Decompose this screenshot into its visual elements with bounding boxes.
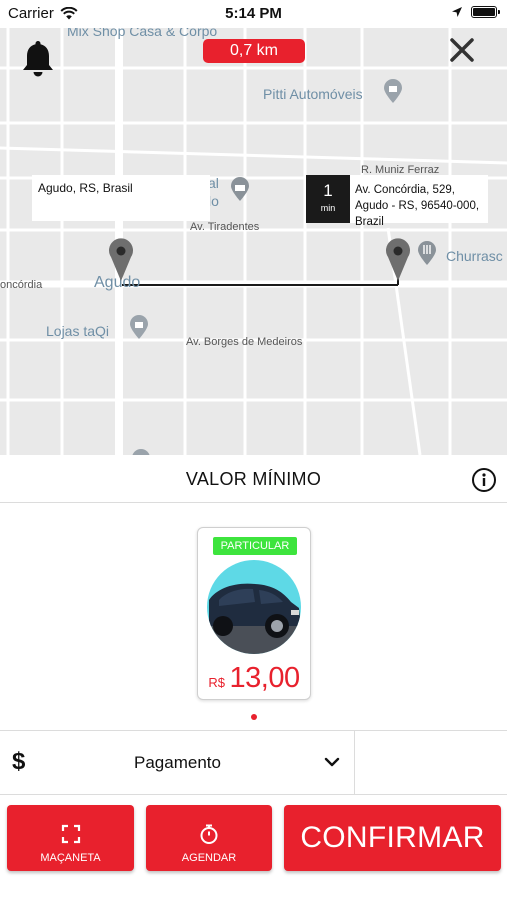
map-label-av-borges: Av. Borges de Medeiros	[186, 336, 303, 348]
origin-address: Agudo, RS, Brasil	[38, 181, 133, 195]
car-image	[207, 560, 301, 654]
macaneta-button[interactable]: MAÇANETA	[7, 805, 134, 871]
location-arrow-icon	[452, 7, 462, 17]
eta-value: 1	[323, 181, 333, 200]
eta-unit: min	[320, 203, 336, 213]
confirm-label: CONFIRMAR	[300, 821, 485, 854]
shop-poi-icon-2	[130, 315, 148, 339]
partial-pin-icon	[132, 449, 150, 455]
destination-address: Av. Concórdia, 529, Agudo - RS, 96540-00…	[355, 184, 480, 228]
map-label-churrasco: Churrasc	[446, 248, 503, 264]
car-icon	[207, 583, 301, 654]
map-label-av-tiradentes: Av. Tiradentes	[190, 221, 260, 233]
status-right	[451, 6, 500, 18]
eta-badge: 1 min	[306, 175, 350, 223]
page-indicator-dot	[251, 714, 257, 720]
macaneta-label: MAÇANETA	[40, 852, 101, 864]
panel-title: VALOR MÍNIMO	[185, 469, 322, 489]
panel-header: VALOR MÍNIMO	[0, 455, 507, 503]
museum-poi-icon	[231, 177, 249, 201]
price-currency: R$	[208, 675, 226, 690]
map-label-concordia: oncórdia	[0, 279, 43, 291]
destination-pin-icon[interactable]	[384, 235, 412, 281]
close-icon[interactable]	[449, 37, 475, 63]
vehicle-option-card[interactable]: PARTICULAR R$ 13,00	[197, 527, 311, 700]
confirm-button[interactable]: CONFIRMAR	[284, 805, 501, 871]
distance-badge: 0,7 km	[203, 39, 305, 63]
chevron-down-icon	[324, 757, 340, 767]
vehicle-price: R$ 13,00	[198, 662, 310, 695]
timer-icon	[200, 824, 218, 844]
payment-selector[interactable]: $ Pagamento	[0, 731, 355, 794]
map-label-lojas: Lojas taQi	[46, 323, 110, 339]
shop-poi-icon	[384, 79, 402, 103]
map-label-pitti: Pitti Automóveis	[263, 86, 363, 102]
origin-pin-icon[interactable]	[107, 235, 135, 281]
restaurant-poi-icon	[418, 241, 436, 265]
destination-info-card[interactable]: Av. Concórdia, 529, Agudo - RS, 96540-00…	[350, 175, 488, 228]
status-bar: Carrier 5:14 PM	[0, 0, 507, 28]
agendar-button[interactable]: AGENDAR	[146, 805, 272, 871]
bell-icon[interactable]	[20, 38, 56, 78]
payment-row: $ Pagamento	[0, 730, 507, 795]
payment-label: Pagamento	[134, 753, 221, 772]
map-label-mix-shop: Mix Shop Casa & Corpo	[67, 28, 218, 39]
agendar-label: AGENDAR	[181, 852, 237, 864]
action-bar: MAÇANETA AGENDAR CONFIRMAR	[0, 796, 507, 900]
price-amount: 13,00	[229, 662, 301, 694]
origin-info-card[interactable]: Agudo, RS, Brasil	[32, 175, 210, 221]
map-view[interactable]: Mix Shop Casa & Corpo Pitti Automóveis R…	[0, 28, 507, 455]
info-icon[interactable]	[471, 467, 497, 493]
battery-icon	[471, 6, 500, 18]
status-time: 5:14 PM	[225, 5, 282, 22]
expand-icon	[61, 824, 80, 844]
vehicle-type-badge: PARTICULAR	[213, 537, 297, 555]
